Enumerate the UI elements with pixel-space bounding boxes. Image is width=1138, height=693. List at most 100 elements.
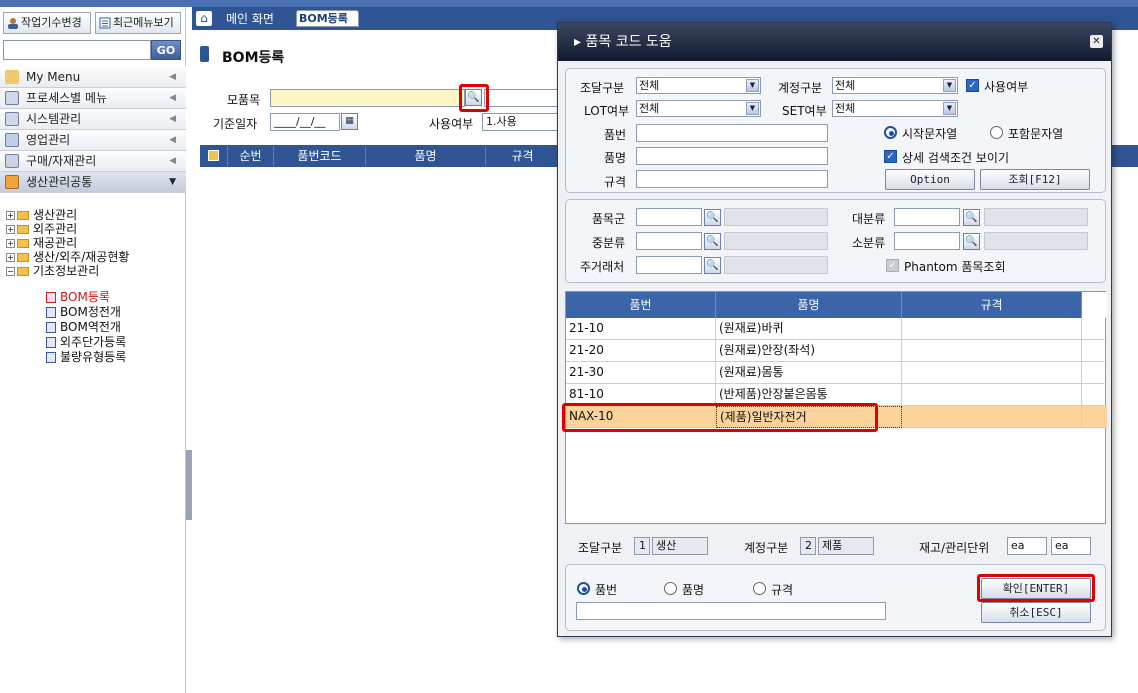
expand-icon[interactable]: + — [6, 225, 15, 234]
phantom-checkbox[interactable]: ✓ — [886, 259, 899, 272]
printer-icon — [5, 154, 19, 168]
column-header[interactable]: 품명 — [366, 145, 486, 167]
minor-input[interactable] — [894, 232, 960, 250]
radio-by-spec[interactable] — [753, 582, 766, 595]
recent-menu-button[interactable]: 최근메뉴보기 — [95, 12, 181, 34]
spec-cell — [902, 340, 1082, 362]
column-header[interactable]: 규격 — [902, 292, 1082, 318]
name-cell: (제품)일반자전거 — [716, 406, 902, 428]
dialog-title-bar[interactable]: ▸ 품목 코드 도움 — [558, 23, 1111, 61]
tree-item-basic-info[interactable]: − 기초정보관리 — [6, 264, 99, 278]
table-row[interactable]: 21-20 (원재료)안장(좌석) — [566, 340, 1107, 362]
radio-start-string[interactable] — [884, 126, 897, 139]
date-input[interactable]: ____/__/__ — [270, 113, 340, 131]
search-icon[interactable]: 🔍 — [704, 209, 721, 226]
sidebar-splitter[interactable] — [186, 450, 192, 520]
expand-icon[interactable]: + — [6, 239, 15, 248]
menu-my-menu[interactable]: My Menu ◀ — [0, 67, 186, 88]
procure-label: 조달구분 — [580, 81, 625, 95]
tree-item-bom-register[interactable]: BOM등록 — [46, 290, 110, 304]
tree-item-outsourcing[interactable]: + 외주관리 — [6, 222, 77, 236]
search-icon[interactable]: 🔍 — [704, 233, 721, 250]
expand-icon[interactable]: + — [6, 211, 15, 220]
column-header[interactable]: 규격 — [486, 145, 560, 167]
spec-input[interactable] — [636, 170, 828, 188]
spec-cell — [902, 406, 1082, 428]
go-button[interactable]: GO — [151, 40, 181, 60]
list-icon — [99, 16, 111, 29]
chevron-down-icon: ▼ — [943, 102, 956, 115]
minor-name-field — [984, 232, 1088, 250]
menu-system[interactable]: 시스템관리 ◀ — [0, 109, 186, 130]
detail-checkbox[interactable]: ✓ — [884, 150, 897, 163]
column-header[interactable]: 품번 — [566, 292, 716, 318]
select-value: 전체 — [639, 102, 660, 115]
major-name-field — [984, 208, 1088, 226]
name-input[interactable] — [636, 147, 828, 165]
close-icon[interactable]: ✕ — [1090, 35, 1103, 48]
home-icon[interactable]: ⌂ — [196, 11, 212, 26]
group-name-field — [724, 208, 828, 226]
info-procure-name: 생산 — [652, 537, 708, 555]
table-row[interactable]: 81-10 (반제품)안장붙은몸통 — [566, 384, 1107, 406]
calendar-icon[interactable]: ▦ — [341, 113, 358, 130]
chevron-left-icon: ◀ — [169, 93, 176, 103]
set-label: SET여부 — [782, 104, 827, 118]
table-row[interactable]: 21-10 (원재료)바퀴 — [566, 318, 1107, 340]
menu-process[interactable]: 프로세스별 메뉴 ◀ — [0, 88, 186, 109]
account-select[interactable]: 전체 ▼ — [832, 77, 958, 94]
select-all-icon[interactable] — [200, 145, 228, 167]
radio-by-pn[interactable] — [577, 582, 590, 595]
search-f12-button[interactable]: 조회[F12] — [980, 169, 1090, 190]
tab-bom[interactable]: BOM등록 — [296, 10, 359, 27]
major-input[interactable] — [894, 208, 960, 226]
menu-purchase[interactable]: 구매/자재관리 ◀ — [0, 151, 186, 172]
tree-item-defect-type[interactable]: 불량유형등록 — [46, 350, 126, 364]
quick-search-input[interactable] — [576, 602, 886, 620]
radio-by-name[interactable] — [664, 582, 677, 595]
parent-item-input[interactable] — [270, 89, 465, 107]
expand-icon[interactable]: + — [6, 253, 15, 262]
change-period-button[interactable]: 작업기수변경 — [3, 12, 91, 34]
table-row[interactable]: 21-30 (원재료)몸통 — [566, 362, 1107, 384]
search-icon[interactable]: 🔍 — [704, 257, 721, 274]
info-procure-label: 조달구분 — [578, 541, 623, 555]
cancel-esc-button[interactable]: 취소[ESC] — [981, 602, 1091, 623]
search-icon[interactable]: 🔍 — [963, 209, 980, 226]
group-input[interactable] — [636, 208, 702, 226]
tab-main[interactable]: 메인 화면 — [216, 10, 284, 30]
option-button[interactable]: Option — [885, 169, 975, 190]
tree-item-status[interactable]: + 생산/외주/재공현황 — [6, 250, 129, 264]
menu-production-common[interactable]: 생산관리공통 ▼ — [0, 172, 186, 193]
middle-input[interactable] — [636, 232, 702, 250]
tree-item-bom-reverse[interactable]: BOM역전개 — [46, 320, 121, 334]
use-checkbox[interactable]: ✓ — [966, 79, 979, 92]
menu-sales[interactable]: 영업관리 ◀ — [0, 130, 186, 151]
customer-input[interactable] — [636, 256, 702, 274]
search-icon[interactable]: 🔍 — [465, 89, 482, 106]
pn-input[interactable] — [636, 124, 828, 142]
set-select[interactable]: 전체 ▼ — [832, 100, 958, 117]
column-header[interactable]: 품명 — [716, 292, 902, 318]
user-icon — [5, 70, 19, 84]
column-header[interactable]: 품번코드 — [274, 145, 366, 167]
column-header[interactable]: 순번 — [228, 145, 274, 167]
confirm-enter-button[interactable]: 확인[ENTER] — [981, 578, 1091, 599]
tree-item-wip[interactable]: + 재공관리 — [6, 236, 77, 250]
page-marker-icon — [200, 46, 209, 62]
radio-contains-string[interactable] — [990, 126, 1003, 139]
phantom-label: Phantom 품목조회 — [904, 260, 1006, 274]
table-row-selected[interactable]: NAX-10 (제품)일반자전거 — [566, 406, 1107, 428]
title-arrow-icon: ▸ — [574, 34, 582, 50]
search-icon[interactable]: 🔍 — [963, 233, 980, 250]
tree-item-bom-forward[interactable]: BOM정전개 — [46, 305, 121, 319]
menu-search-input[interactable] — [3, 40, 151, 60]
tree-item-production[interactable]: + 생산관리 — [6, 208, 77, 222]
lot-select[interactable]: 전체 ▼ — [636, 100, 761, 117]
tree-item-outsource-price[interactable]: 외주단가등록 — [46, 335, 126, 349]
collapse-icon[interactable]: − — [6, 267, 15, 276]
use-select[interactable]: 1.사용 — [482, 113, 559, 131]
filter-panel: 조달구분 전체 ▼ 계정구분 전체 ▼ ✓ 사용여부 LOT여부 전체 ▼ SET여부… — [565, 68, 1106, 193]
procure-select[interactable]: 전체 ▼ — [636, 77, 761, 94]
chevron-down-icon: ▼ — [943, 79, 956, 92]
